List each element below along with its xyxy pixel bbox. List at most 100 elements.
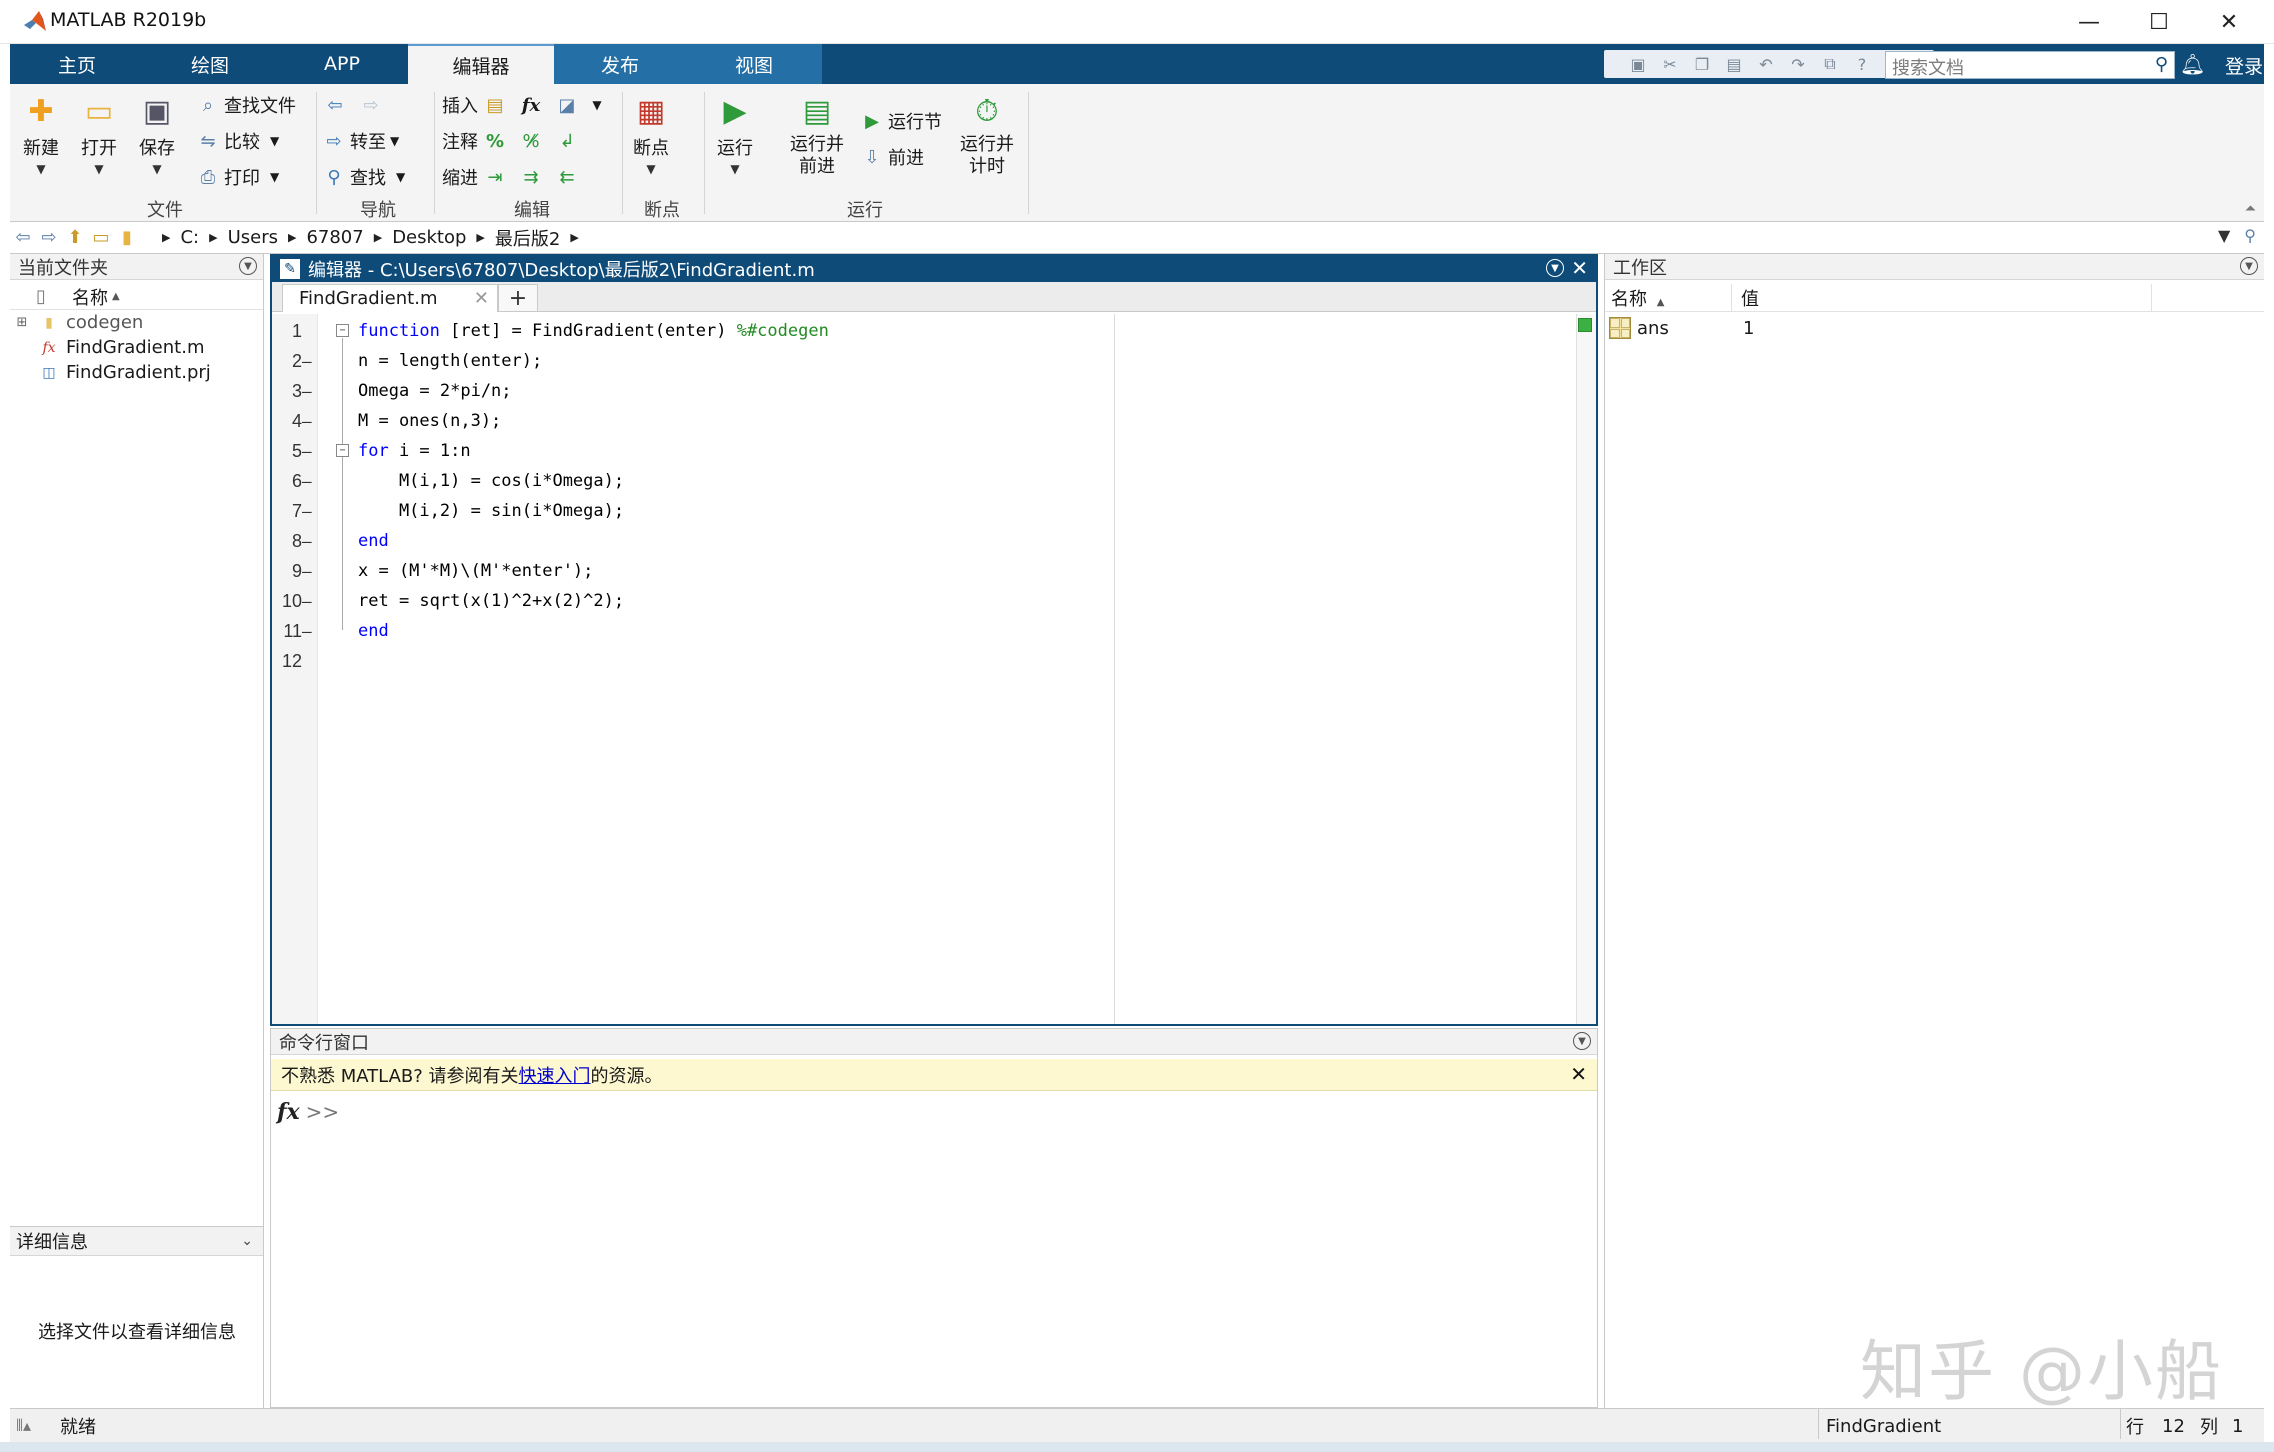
- code-line[interactable]: 6— M(i,1) = cos(i*Omega);: [292, 466, 1576, 496]
- code-line[interactable]: 9— x = (M'*M)\(M'*enter');: [292, 556, 1576, 586]
- tab-publish[interactable]: 发布: [554, 44, 686, 84]
- executable-line-marker[interactable]: —: [302, 442, 312, 461]
- find-button[interactable]: ⚲ 查找 ▼: [322, 164, 405, 190]
- new-button[interactable]: ✚ 新建 ▼: [22, 92, 60, 177]
- copy-icon[interactable]: ❐: [1690, 52, 1714, 76]
- panel-actions-icon[interactable]: ▼: [2240, 257, 2258, 275]
- up-folder-icon[interactable]: ⬆: [62, 225, 88, 251]
- tab-view[interactable]: 视图: [686, 44, 822, 84]
- executable-line-marker[interactable]: —: [302, 532, 312, 551]
- forward-arrow-icon[interactable]: ⇨: [358, 92, 384, 118]
- insert-button[interactable]: 插入: [442, 92, 478, 118]
- minimize-button[interactable]: —: [2054, 0, 2124, 44]
- tab-home[interactable]: 主页: [10, 44, 144, 84]
- list-item[interactable]: ◫ FindGradient.prj: [10, 360, 263, 385]
- goto-button[interactable]: ⇨ 转至 ▼: [322, 128, 399, 154]
- fold-toggle-icon[interactable]: −: [336, 444, 349, 457]
- chevron-down-icon[interactable]: ⌄: [241, 1233, 253, 1249]
- code-analyzer-ok-icon[interactable]: [1578, 318, 1592, 332]
- maximize-button[interactable]: ☐: [2124, 0, 2194, 44]
- list-item[interactable]: fx FindGradient.m: [10, 335, 263, 360]
- help-icon[interactable]: ?: [1850, 52, 1874, 76]
- expand-icon[interactable]: ⊞: [14, 315, 30, 330]
- code-line[interactable]: 5— for i = 1:n: [292, 436, 1576, 466]
- new-tab-button[interactable]: +: [498, 284, 538, 312]
- search-documentation-input[interactable]: 搜索文档 ⚲: [1885, 51, 2175, 79]
- save-icon[interactable]: ▣: [1626, 52, 1650, 76]
- executable-line-marker[interactable]: —: [302, 622, 312, 641]
- status-grip-icon[interactable]: ⦀▴: [16, 1409, 31, 1443]
- executable-line-marker[interactable]: —: [302, 352, 312, 371]
- run-and-advance-button[interactable]: ▤ 运行并 前进: [790, 92, 844, 178]
- code-line[interactable]: 2— n = length(enter);: [292, 346, 1576, 376]
- switch-windows-icon[interactable]: ⧉: [1818, 52, 1842, 76]
- fold-toggle-icon[interactable]: −: [336, 324, 349, 337]
- breadcrumb-item[interactable]: 最后版2: [495, 225, 560, 251]
- breadcrumb-separator-icon[interactable]: ▶: [476, 231, 484, 244]
- breakpoints-button[interactable]: ▦ 断点 ▼: [632, 92, 670, 177]
- comment-percent-icon[interactable]: %: [482, 128, 508, 154]
- table-row[interactable]: ans 1: [1605, 314, 2264, 342]
- paste-icon[interactable]: ▤: [1722, 52, 1746, 76]
- save-button[interactable]: ▣ 保存 ▼: [138, 92, 176, 177]
- code-line[interactable]: 7— M(i,2) = sin(i*Omega);: [292, 496, 1576, 526]
- undo-icon[interactable]: ↶: [1754, 52, 1778, 76]
- tab-plots[interactable]: 绘图: [144, 44, 276, 84]
- search-icon[interactable]: ⚲: [2155, 54, 2168, 75]
- advance-button[interactable]: ⇩ 前进: [860, 144, 924, 170]
- collapse-ribbon-icon[interactable]: ⏶: [2245, 201, 2256, 217]
- wrap-comments-icon[interactable]: ↲: [554, 128, 580, 154]
- panel-actions-icon[interactable]: ▼: [1573, 1032, 1591, 1050]
- search-folder-icon[interactable]: ⚲: [2244, 226, 2256, 245]
- getting-started-link[interactable]: 快速入门: [519, 1062, 591, 1088]
- code-line[interactable]: 1 function [ret] = FindGradient(enter) %#…: [292, 316, 1576, 346]
- close-banner-icon[interactable]: ✕: [1570, 1062, 1587, 1086]
- breadcrumb-separator-icon[interactable]: ▶: [209, 231, 217, 244]
- executable-line-marker[interactable]: —: [302, 502, 312, 521]
- details-header[interactable]: 详细信息 ⌄: [10, 1226, 263, 1256]
- panel-actions-icon[interactable]: ▼: [1546, 259, 1564, 277]
- executable-line-marker[interactable]: —: [302, 472, 312, 491]
- breadcrumb-separator-icon[interactable]: ▶: [374, 231, 382, 244]
- tab-apps[interactable]: APP: [276, 44, 408, 84]
- panel-actions-icon[interactable]: ▼: [239, 257, 257, 275]
- back-icon[interactable]: ⇦: [10, 225, 36, 251]
- insert-section-icon[interactable]: ▤: [482, 92, 508, 118]
- breadcrumb-item[interactable]: 67807: [306, 227, 363, 248]
- file-list-header[interactable]: ▯ 名称 ▲: [10, 284, 263, 310]
- run-and-time-button[interactable]: ⏱ 运行并 计时: [960, 92, 1014, 178]
- close-tab-icon[interactable]: ✕: [474, 288, 489, 309]
- smart-indent-icon[interactable]: ⇥: [482, 164, 508, 190]
- value-column-header[interactable]: 值: [1741, 285, 1759, 311]
- executable-line-marker[interactable]: —: [302, 592, 312, 611]
- comment-button[interactable]: 注释: [442, 128, 478, 154]
- name-column-header[interactable]: 名称: [72, 284, 108, 310]
- name-column-header[interactable]: 名称 ▲: [1611, 285, 1664, 311]
- breadcrumb-item[interactable]: C:: [180, 227, 199, 248]
- code-line[interactable]: 10— ret = sqrt(x(1)^2+x(2)^2);: [282, 586, 1576, 616]
- close-editor-icon[interactable]: ✕: [1571, 256, 1588, 280]
- run-button[interactable]: ▶ 运行 ▼: [716, 92, 754, 177]
- executable-line-marker[interactable]: —: [302, 562, 312, 581]
- insert-function-icon[interactable]: fx: [518, 92, 544, 118]
- breadcrumb-item[interactable]: Desktop: [392, 227, 466, 248]
- redo-icon[interactable]: ↷: [1786, 52, 1810, 76]
- executable-line-marker[interactable]: —: [302, 382, 312, 401]
- code-line[interactable]: 3— Omega = 2*pi/n;: [292, 376, 1576, 406]
- code-line[interactable]: 12: [282, 646, 1576, 676]
- command-prompt[interactable]: fx >>: [277, 1099, 339, 1125]
- close-window-button[interactable]: ✕: [2194, 0, 2264, 44]
- code-area[interactable]: 1 function [ret] = FindGradient(enter) %#…: [282, 314, 1576, 1024]
- code-line[interactable]: 4— M = ones(n,3);: [292, 406, 1576, 436]
- forward-icon[interactable]: ⇨: [36, 225, 62, 251]
- login-link[interactable]: 登录: [2225, 52, 2263, 79]
- code-line[interactable]: 11— end: [283, 616, 1576, 646]
- find-files-button[interactable]: ⌕ 查找文件: [196, 92, 296, 118]
- breadcrumb-item[interactable]: Users: [228, 227, 278, 248]
- code-line[interactable]: 8— end: [292, 526, 1576, 556]
- compare-button[interactable]: ⇋ 比较 ▼: [196, 128, 279, 154]
- breadcrumb-separator-icon[interactable]: ▶: [570, 231, 578, 244]
- cut-icon[interactable]: ✂: [1658, 52, 1682, 76]
- editor-scrollbar[interactable]: [1576, 314, 1596, 1024]
- list-item[interactable]: ⊞ ▮ codegen: [10, 310, 263, 335]
